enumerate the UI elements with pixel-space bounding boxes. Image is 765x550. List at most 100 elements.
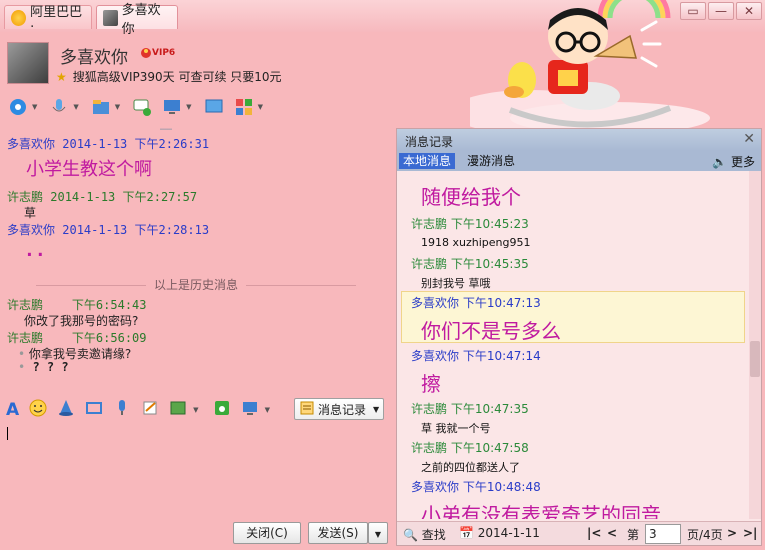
message-header: 许志鹏 2014-1-13 下午2:27:57 [7,188,197,205]
note-icon[interactable] [141,399,159,421]
search-icon: 🔍 [403,528,418,542]
message-time: 下午6:56:09 [71,331,147,345]
message-time: 下午6:54:43 [71,298,147,312]
chat-log[interactable]: …… 多喜欢你 2014-1-13 下午2:26:31 小学生教这个啊 许志鹏 … [0,128,392,390]
history-icon [299,400,315,419]
sender-name: 多喜欢你 [411,480,460,494]
calendar-icon: 📅 [459,526,474,540]
chevron-down-icon[interactable]: ▼ [32,103,37,111]
message-header: 多喜欢你 2014-1-13 下午2:26:31 [7,135,209,152]
record-time: 下午10:45:23 [450,217,529,231]
record-time: 下午10:47:13 [462,296,541,310]
sender-name: 许志鹏 [7,298,44,312]
chevron-down-icon: ▼ [374,530,382,539]
record-time: 下午10:47:35 [450,402,529,416]
contact-name[interactable]: 多喜欢你 [60,43,128,68]
more-label[interactable]: 更多 [731,155,755,169]
sender-name: 多喜欢你 [411,349,460,363]
voice-call-icon[interactable] [47,96,71,118]
mascot-illustration [470,0,710,128]
next-page-button[interactable]: > [727,526,737,540]
music-icon[interactable] [213,399,231,421]
sender-name: 许志鹏 [7,190,44,204]
message-history-button[interactable]: 消息记录 ▼ [294,398,384,420]
record-time: 下午10:47:14 [462,349,541,363]
date-picker[interactable]: 📅 2014-1-11 [459,526,540,540]
chevron-down-icon[interactable]: ▼ [265,406,270,414]
tab-label: 阿里巴巴· [30,4,83,35]
last-page-button[interactable]: >| [743,526,757,540]
promo-line[interactable]: ★ 搜狐高级VIP390天 可查可续 只要10元 [56,68,282,85]
send-image-icon[interactable] [169,399,187,421]
apps-icon[interactable] [232,96,256,118]
message-header: 许志鹏 下午6:54:43 [7,296,147,313]
page-total: 页/4页 [687,528,723,542]
send-options-button[interactable]: ▼ [368,522,388,544]
prev-page-button[interactable]: < [607,526,617,540]
page-number-input[interactable]: 3 [645,524,681,544]
message-body: 你拿我号卖邀请缘? [28,347,132,361]
tab-alibaba[interactable]: 阿里巴巴· [4,5,92,35]
chevron-down-icon[interactable]: ▼ [115,103,120,111]
record-header: 多喜欢你 下午10:47:13 [411,294,541,311]
screenshot-icon[interactable] [85,399,103,421]
record-header: 多喜欢你 下午10:48:48 [411,478,541,495]
message-text: • ? ? ? [18,360,69,374]
text-cursor [7,427,8,440]
search-button[interactable]: 🔍 查找 [403,526,446,543]
more-menu[interactable]: 🔈 更多 [712,153,755,170]
record-text: 别封我号 草哦 [421,277,491,290]
promo-text[interactable]: 搜狐高级VIP390天 可查可续 只要10元 [73,70,282,84]
close-icon[interactable]: ✕ [743,131,755,147]
history-button-label: 消息记录 [318,402,367,417]
chevron-down-icon[interactable]: ▼ [193,406,198,414]
message-text: .. [24,240,46,261]
record-time: 下午10:48:48 [462,480,541,494]
record-header: 许志鹏 下午10:45:35 [411,255,529,272]
emoji-icon[interactable] [29,399,47,421]
message-time: 2014-1-13 下午2:27:57 [50,190,198,204]
chevron-down-icon[interactable]: ▼ [186,103,191,111]
record-header: 许志鹏 下午10:47:35 [411,400,529,417]
partial-text: …… [160,128,172,133]
record-list[interactable]: 随便给我个 许志鹏 下午10:45:23 1918 xuzhipeng951 许… [397,171,749,519]
message-time: 2014-1-13 下午2:28:13 [62,223,210,237]
close-button[interactable]: 关闭(C) [233,522,301,544]
record-tabs: 本地消息 漫游消息 🔈 更多 [397,151,761,171]
first-page-button[interactable]: |< [587,526,601,540]
alibaba-icon [11,9,27,26]
chevron-down-icon[interactable]: ▼ [258,103,263,111]
record-scrollbar[interactable] [749,171,761,519]
message-input[interactable] [0,424,392,520]
chevron-down-icon[interactable]: ▼ [73,103,78,111]
sender-name: 许志鹏 [7,331,44,345]
tab-chat[interactable]: 多喜欢你 [96,3,178,37]
send-button[interactable]: 发送(S) [308,522,368,544]
record-text: 随便给我个 [421,185,521,209]
avatar-icon [103,9,118,26]
tab-local-messages[interactable]: 本地消息 [399,153,456,169]
sender-name: 多喜欢你 [411,296,460,310]
scroll-thumb[interactable] [750,341,760,377]
date-value: 2014-1-11 [477,526,540,540]
message-time: 2014-1-13 下午2:26:31 [62,137,210,151]
record-text: 草 我就一个号 [421,422,491,435]
voice-message-icon[interactable] [113,399,131,421]
speaker-icon[interactable]: 🔈 [712,155,727,169]
contact-avatar[interactable] [7,42,49,84]
record-header: 多喜欢你 下午10:47:14 [411,347,541,364]
video-call-icon[interactable] [6,96,30,118]
remote-assist-icon[interactable] [160,96,184,118]
tab-roaming-messages[interactable]: 漫游消息 [463,153,519,169]
star-icon: ★ [56,70,67,84]
message-record-panel: 消息记录 ✕ 本地消息 漫游消息 🔈 更多 随便给我个 许志鹏 下午10:45:… [396,128,762,546]
share-screen-icon[interactable] [202,96,226,118]
group-chat-icon[interactable] [130,96,154,118]
sender-name: 许志鹏 [411,217,448,231]
font-icon[interactable]: A [6,400,19,420]
screen-capture-icon[interactable] [241,399,259,421]
magic-expression-icon[interactable] [57,399,75,421]
record-time: 下午10:45:35 [450,257,529,271]
sender-name: 许志鹏 [411,402,448,416]
send-file-icon[interactable] [89,96,113,118]
